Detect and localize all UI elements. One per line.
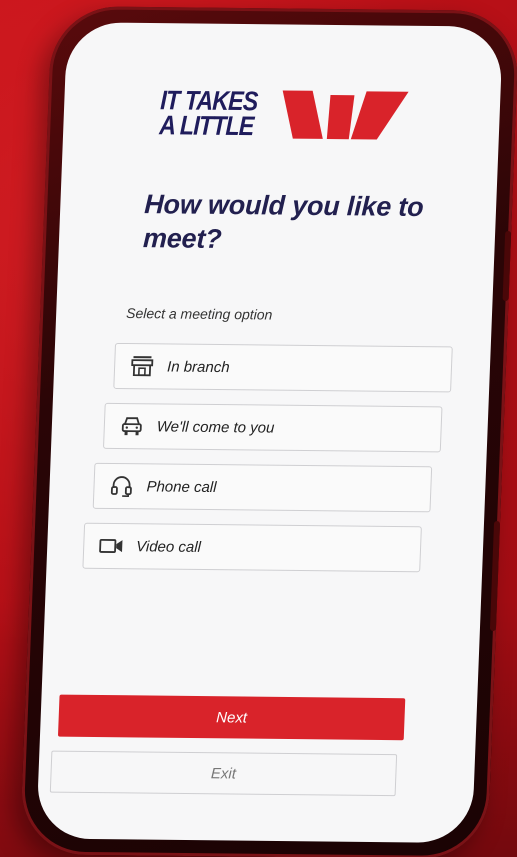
option-label: Phone call [146,477,217,496]
page-title: How would you like to meet? [142,189,425,254]
option-video-call[interactable]: Video call [82,522,422,573]
exit-button[interactable]: Exit [49,750,398,797]
logo-line-2: A LITTLE [158,110,255,142]
video-camera-icon [98,534,125,558]
option-label: We'll come to you [156,417,275,437]
headset-icon [108,474,135,498]
car-icon [118,414,145,438]
logo-tagline: IT TAKES A LITTLE [158,85,273,142]
next-button[interactable]: Next [57,694,406,741]
option-label: In branch [166,357,230,376]
phone-device: IT TAKES A LITTLE How would you like to … [19,6,517,857]
meeting-option-label: Select a meeting option [125,305,273,323]
storefront-icon [129,354,156,378]
option-come-to-you[interactable]: We'll come to you [102,402,443,453]
phone-screen: IT TAKES A LITTLE How would you like to … [36,22,504,844]
westpac-w-logo-icon [282,90,409,140]
option-phone-call[interactable]: Phone call [92,462,433,513]
brand-logo: IT TAKES A LITTLE [159,85,419,144]
option-label: Video call [135,537,202,556]
option-in-branch[interactable]: In branch [113,342,453,393]
